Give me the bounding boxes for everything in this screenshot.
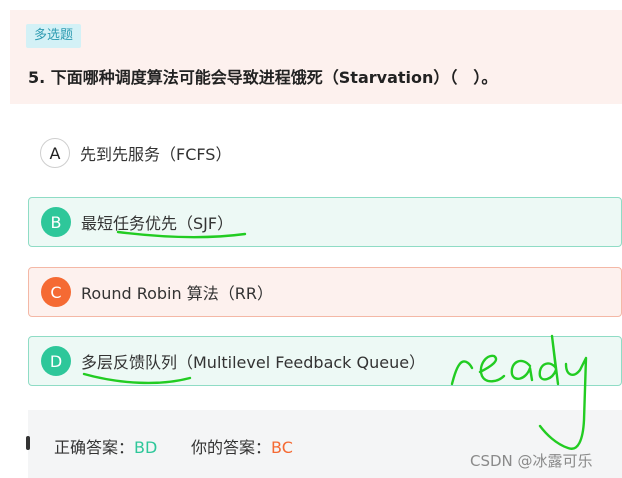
option-letter-badge: B (41, 207, 71, 237)
option-letter-badge: D (41, 346, 71, 376)
question-type-tag: 多选题 (26, 24, 82, 48)
option-a[interactable]: A 先到先服务（FCFS） (28, 128, 622, 178)
your-answer: 你的答案：BC (191, 434, 293, 458)
correct-answer: 正确答案：BD (54, 434, 157, 458)
option-label: 最短任务优先（SJF） (81, 214, 234, 233)
your-answer-value: BC (271, 438, 293, 457)
option-b[interactable]: B 最短任务优先（SJF） (28, 197, 622, 247)
question-title: 5. 下面哪种调度算法可能会导致进程饿死（Starvation）（ ）。 (28, 68, 498, 87)
option-c[interactable]: C Round Robin 算法（RR） (28, 267, 622, 317)
your-answer-label: 你的答案： (191, 438, 272, 457)
option-d[interactable]: D 多层反馈队列（Multilevel Feedback Queue） (28, 336, 622, 386)
option-letter-badge: A (40, 138, 70, 168)
option-label: 多层反馈队列（Multilevel Feedback Queue） (81, 353, 426, 372)
option-label: Round Robin 算法（RR） (81, 284, 273, 303)
answer-bar-marker (26, 436, 30, 450)
option-letter-badge: C (41, 277, 71, 307)
question-header: 多选题 5. 下面哪种调度算法可能会导致进程饿死（Starvation）（ ）。 (10, 10, 622, 104)
option-label: 先到先服务（FCFS） (80, 145, 232, 164)
csdn-watermark: CSDN @冰露可乐 (470, 452, 593, 470)
correct-answer-label: 正确答案： (54, 438, 135, 457)
correct-answer-value: BD (134, 438, 158, 457)
